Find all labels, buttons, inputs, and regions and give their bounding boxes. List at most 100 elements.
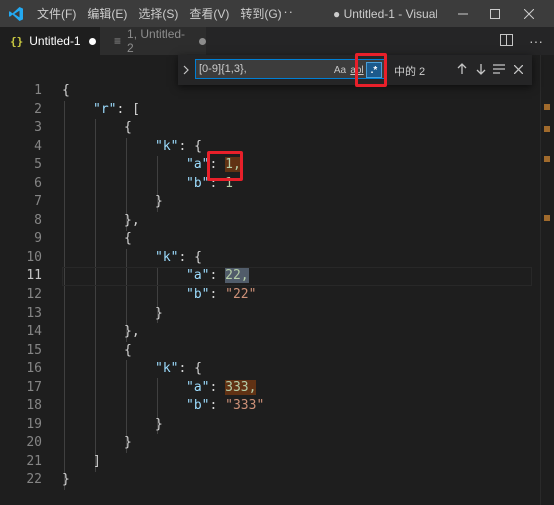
code-text[interactable]: },: [124, 323, 140, 342]
line-number: 12: [26, 287, 42, 303]
code-text[interactable]: "b": "22": [186, 286, 256, 305]
code-token: "b": [186, 287, 210, 303]
line-number: 11: [26, 268, 42, 284]
line-number: 1: [34, 83, 42, 98]
selection-lines-icon: [493, 64, 505, 74]
line-number: 6: [34, 175, 42, 191]
match-highlight-box: [207, 151, 243, 181]
line-number: 21: [26, 453, 42, 469]
unsaved-dot-icon[interactable]: [199, 37, 206, 45]
menu-view[interactable]: 查看(V): [189, 5, 229, 22]
find-input[interactable]: [199, 61, 327, 77]
maximize-button[interactable]: [480, 0, 510, 27]
code-token: "b": [186, 398, 210, 414]
minimize-button[interactable]: [448, 0, 478, 27]
window-title: ● Untitled-1 - Visual S...: [333, 7, 437, 21]
minimize-icon: [458, 13, 468, 14]
code-token: "k": [155, 361, 179, 377]
code-text[interactable]: {: [62, 82, 70, 101]
code-token: "a": [186, 268, 210, 284]
code-token: : [: [116, 101, 140, 117]
tab-label: 1, Untitled-2: [127, 27, 186, 55]
tab-untitled-2[interactable]: ≡ 1, Untitled-2: [100, 27, 206, 55]
code-text[interactable]: "b": "333": [186, 397, 264, 416]
match-count: 中的 2: [394, 66, 426, 78]
line-number: 8: [34, 212, 42, 228]
line-number: 13: [26, 305, 42, 321]
code-token: "333": [225, 398, 265, 414]
code-text[interactable]: "a": 333,: [186, 379, 257, 398]
code-text[interactable]: "k": {: [155, 249, 202, 268]
code-text[interactable]: }: [124, 434, 132, 453]
tab-bar: {} Untitled-1 ≡ 1, Untitled-2 ···: [0, 27, 554, 55]
more-actions-icon[interactable]: ···: [524, 33, 548, 49]
code-text[interactable]: {: [124, 230, 132, 249]
tab-label: Untitled-1: [29, 34, 81, 48]
code-text[interactable]: {: [124, 342, 132, 361]
more-menu-icon[interactable]: ···: [278, 4, 294, 19]
code-token: : {: [178, 138, 202, 154]
code-text[interactable]: "k": {: [155, 360, 202, 379]
line-number: 3: [34, 120, 42, 136]
tab-untitled-1[interactable]: {} Untitled-1: [0, 27, 100, 55]
code-token: {: [62, 83, 70, 98]
search-match: 333,: [225, 379, 257, 395]
code-text[interactable]: }: [155, 193, 163, 212]
code-token: : {: [178, 361, 202, 377]
code-text[interactable]: ]: [93, 453, 101, 472]
menu-selection[interactable]: 选择(S): [138, 5, 178, 22]
split-editor-icon[interactable]: [494, 33, 518, 49]
vertical-scrollbar[interactable]: [540, 55, 554, 505]
json-file-icon: {}: [10, 34, 24, 48]
next-match-button[interactable]: [473, 61, 489, 77]
search-match: 22,: [225, 268, 249, 284]
menu-file[interactable]: 文件(F): [37, 5, 76, 22]
line-number: 20: [26, 435, 42, 451]
arrow-up-icon: [457, 63, 467, 74]
code-text[interactable]: }: [155, 305, 163, 324]
code-token: }: [155, 305, 163, 321]
code-token: },: [124, 324, 140, 340]
line-number: 9: [34, 231, 42, 247]
code-token: {: [124, 120, 132, 136]
close-window-button[interactable]: [514, 0, 544, 27]
code-token: :: [209, 379, 226, 395]
menu-go[interactable]: 转到(G): [240, 5, 281, 22]
code-text[interactable]: }: [62, 471, 70, 490]
code-text[interactable]: "k": {: [155, 138, 202, 157]
current-line-highlight: [62, 267, 532, 287]
vscode-logo-icon[interactable]: [8, 6, 24, 22]
close-find-button[interactable]: [510, 61, 526, 77]
code-text[interactable]: {: [124, 119, 132, 138]
line-number: 16: [26, 361, 42, 377]
code-text[interactable]: },: [124, 212, 140, 231]
indent-guide: [64, 101, 65, 490]
code-text[interactable]: }: [155, 416, 163, 435]
code-token: "k": [155, 249, 179, 265]
line-number: 2: [34, 101, 42, 117]
code-token: "a": [186, 379, 210, 395]
previous-match-button[interactable]: [454, 61, 470, 77]
code-token: {: [124, 231, 132, 247]
editor-area[interactable]: 1{2 "r": [3{4 "k": {5 "a": 1, 6 "b": 1 7} 8}, 9{…: [0, 55, 554, 505]
match-case-toggle[interactable]: Aa: [332, 62, 348, 78]
scrollbar-match-mark: [544, 156, 550, 162]
unsaved-dot-icon[interactable]: [88, 37, 96, 45]
line-number: 15: [26, 342, 42, 358]
toggle-replace-button[interactable]: [178, 55, 193, 85]
code-token: }: [124, 435, 132, 451]
code-token: "r": [93, 101, 117, 117]
code-token: : {: [178, 249, 202, 265]
code-token: }: [155, 194, 163, 210]
scrollbar-match-mark: [544, 126, 550, 132]
code-token: },: [124, 212, 140, 228]
code-text[interactable]: "a": 22,: [186, 267, 249, 286]
code-token: "b": [186, 175, 210, 191]
regex-highlight-box: [355, 53, 387, 87]
line-number: 19: [26, 416, 42, 432]
code-text[interactable]: "r": [: [93, 101, 140, 120]
line-number: 7: [34, 194, 42, 210]
code-token: "22": [225, 287, 257, 303]
find-in-selection-button[interactable]: [491, 61, 507, 77]
menu-edit[interactable]: 编辑(E): [87, 5, 127, 22]
